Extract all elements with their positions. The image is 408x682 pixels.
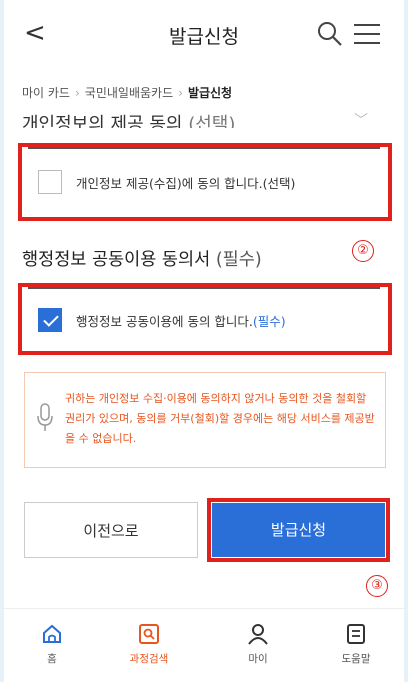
user-icon xyxy=(248,624,268,645)
tab-home[interactable]: 홈 xyxy=(12,623,92,666)
microphone-icon xyxy=(37,403,53,431)
tab-label: 홈 xyxy=(47,653,57,665)
annotation-highlight-box xyxy=(207,498,390,562)
optional-tag: (선택) xyxy=(188,114,236,128)
breadcrumb-item[interactable]: 국민내일배움카드 xyxy=(85,86,173,100)
breadcrumb: 마이 카드 › 국민내일배움카드 › 발급신청 xyxy=(22,84,232,101)
section-title-text: 개인정보의 제공 동의 xyxy=(22,114,183,128)
annotation-number: ② xyxy=(352,240,374,262)
section-title-text: 행정정보 공동이용 동의서 xyxy=(22,250,211,270)
chevron-right-icon: › xyxy=(74,86,80,100)
section-title-personal-info: 개인정보의 제공 동의 (선택) xyxy=(22,106,382,128)
required-tag: (필수) xyxy=(215,250,262,270)
header: < 발급신청 xyxy=(4,0,404,70)
previous-button[interactable]: 이전으로 xyxy=(24,502,198,558)
menu-icon[interactable] xyxy=(352,22,382,46)
annotation-highlight-box xyxy=(18,283,392,355)
help-document-icon xyxy=(347,624,365,644)
section-title-admin-info: 행정정보 공동이용 동의서 (필수) xyxy=(22,246,262,271)
app-screen: < 발급신청 마이 카드 › 국민내일배움카드 › 발급신청 개인정보의 제공 동의 (… xyxy=(4,0,404,682)
notice-text: 귀하는 개인정보 수집·이용에 동의하지 않거나 동의한 것을 철회할 권리가 … xyxy=(65,392,375,445)
chevron-down-icon[interactable]: ﹀ xyxy=(354,110,368,130)
home-icon xyxy=(43,624,61,643)
tab-my[interactable]: 마이 xyxy=(218,623,298,666)
breadcrumb-current: 발급신청 xyxy=(187,86,233,100)
consent-notice: 귀하는 개인정보 수집·이용에 동의하지 않거나 동의한 것을 철회할 권리가 … xyxy=(24,372,386,468)
tab-help[interactable]: 도움말 xyxy=(316,623,396,666)
course-search-icon xyxy=(139,624,159,644)
tab-label: 마이 xyxy=(248,653,268,665)
search-icon[interactable] xyxy=(316,20,344,48)
bottom-tab-bar: 홈 과정검색 마이 도움말 xyxy=(4,608,404,682)
annotation-number: ③ xyxy=(366,575,388,597)
tab-label: 도움말 xyxy=(341,653,371,665)
tab-label: 과정검색 xyxy=(129,653,169,665)
breadcrumb-item[interactable]: 마이 카드 xyxy=(22,86,70,100)
annotation-highlight-box xyxy=(18,143,392,221)
chevron-right-icon: › xyxy=(178,86,183,100)
page-title: 발급신청 xyxy=(169,26,239,48)
tab-course-search[interactable]: 과정검색 xyxy=(109,623,189,666)
